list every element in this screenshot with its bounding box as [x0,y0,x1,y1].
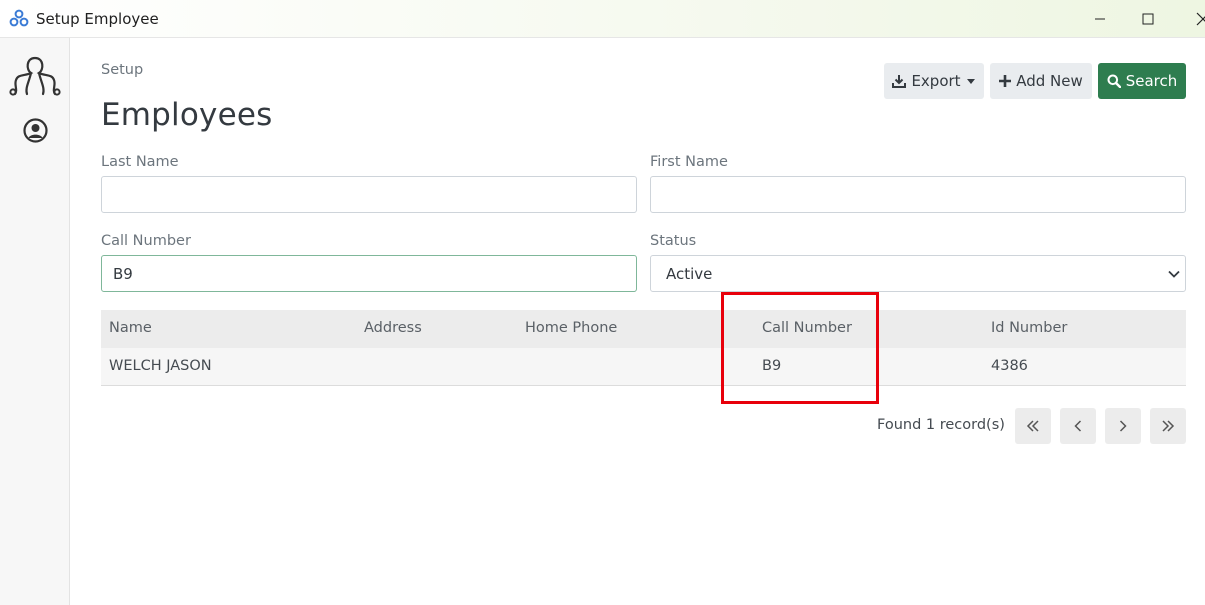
minimize-icon [1095,18,1105,20]
column-header-home-phone[interactable]: Home Phone [525,310,617,348]
last-page-button[interactable] [1150,408,1186,444]
breadcrumb[interactable]: Setup [101,62,143,78]
chevron-left-icon [1074,420,1082,432]
chevron-right-icon [1119,420,1127,432]
chevron-down-icon [1168,270,1180,278]
export-button[interactable]: Export [884,63,984,99]
user-circle-icon[interactable] [23,118,48,143]
next-page-button[interactable] [1105,408,1141,444]
download-icon [892,75,907,88]
plus-icon [999,75,1012,87]
double-chevron-right-icon [1162,420,1175,432]
close-icon [1196,12,1205,26]
add-new-button[interactable]: Add New [990,63,1092,99]
add-new-label: Add New [1016,72,1083,90]
employee-table: Name Address Home Phone Call Number Id N… [101,310,1186,386]
column-header-address[interactable]: Address [364,310,422,348]
status-label: Status [650,233,697,249]
title-bar: Setup Employee [0,0,1205,38]
search-label: Search [1125,72,1178,90]
first-name-input[interactable] [650,176,1186,213]
search-button[interactable]: Search [1098,63,1186,99]
record-count: Found 1 record(s) [877,417,1005,433]
table-header: Name Address Home Phone Call Number Id N… [101,310,1186,348]
app-icon [9,9,29,27]
status-select[interactable]: Active [650,255,1186,292]
cell-id-number: 4386 [991,358,1028,374]
search-icon [1107,74,1121,88]
side-rail [0,38,70,605]
highlight-box [721,292,879,404]
table-row[interactable]: WELCH JASON B9 4386 [101,348,1186,386]
window-title: Setup Employee [36,10,159,28]
double-chevron-left-icon [1026,420,1039,432]
maximize-icon [1142,13,1154,25]
column-header-name[interactable]: Name [109,310,152,348]
app-logo-icon[interactable] [9,54,61,98]
page-title: Employees [101,97,273,133]
last-name-input[interactable] [101,176,637,213]
maximize-button[interactable] [1125,0,1171,38]
status-selected-value: Active [666,264,713,283]
minimize-button[interactable] [1077,0,1123,38]
export-label: Export [911,72,961,90]
call-number-input[interactable] [101,255,637,292]
cell-name: WELCH JASON [109,358,212,374]
close-button[interactable] [1180,0,1205,38]
caret-down-icon [966,79,975,84]
call-number-label: Call Number [101,233,191,249]
first-page-button[interactable] [1015,408,1051,444]
first-name-label: First Name [650,154,728,170]
last-name-label: Last Name [101,154,179,170]
column-header-id-number[interactable]: Id Number [991,310,1067,348]
previous-page-button[interactable] [1060,408,1096,444]
